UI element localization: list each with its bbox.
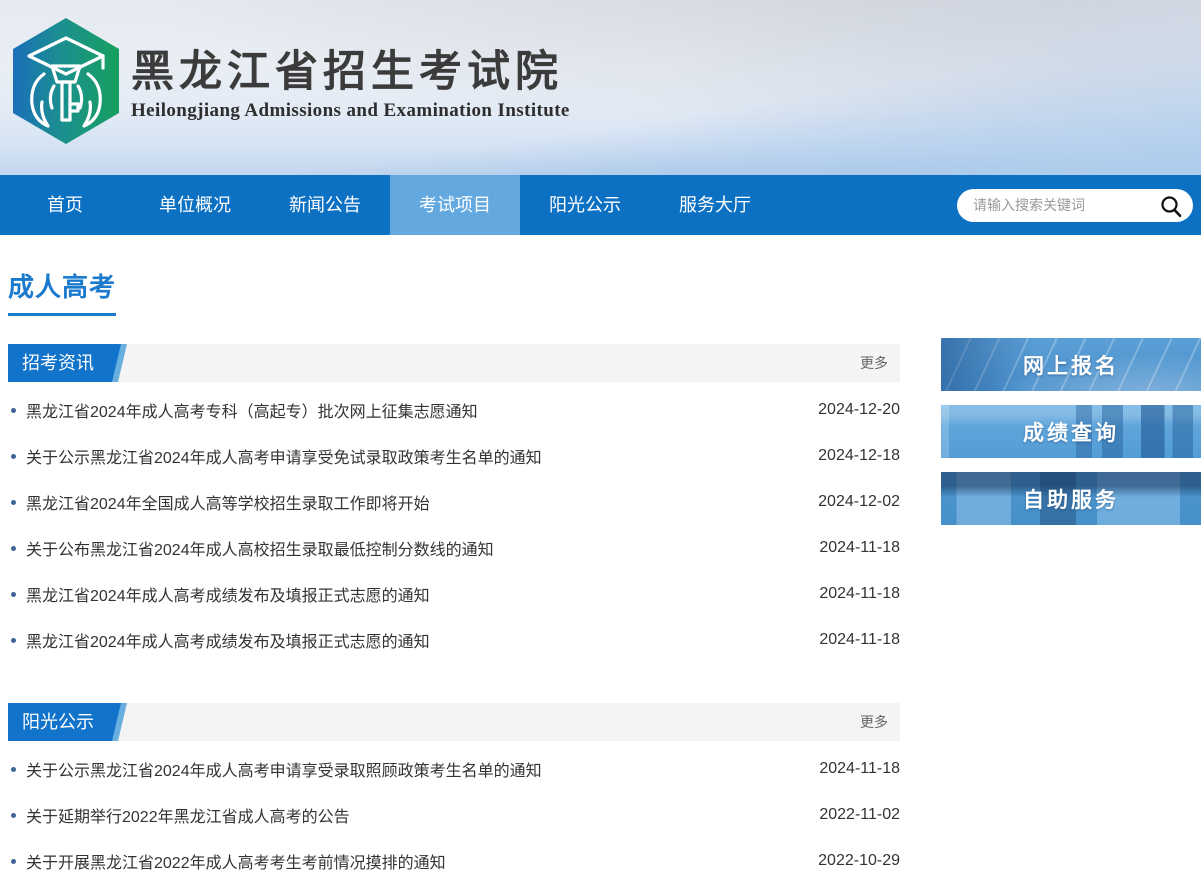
news-title[interactable]: 黑龙江省2024年成人高考成绩发布及填报正式志愿的通知 [26, 582, 799, 606]
bullet-dot-icon [11, 500, 16, 505]
news-date: 2024-11-18 [819, 585, 900, 603]
news-title[interactable]: 关于公布黑龙江省2024年成人高校招生录取最低控制分数线的通知 [26, 536, 799, 560]
brand-text: 黑龙江省招生考试院 Heilongjiang Admissions and Ex… [131, 50, 570, 122]
news-item[interactable]: 关于开展黑龙江省2022年成人高考考生考前情况摸排的通知 2022-10-29 [8, 838, 900, 884]
nav-item-sunshine-publicity[interactable]: 阳光公示 [520, 175, 650, 235]
news-item[interactable]: 黑龙江省2024年成人高考成绩发布及填报正式志愿的通知 2024-11-18 [8, 571, 900, 617]
page-title: 成人高考 [8, 267, 116, 316]
search-box [957, 189, 1193, 222]
news-date: 2022-10-29 [818, 852, 900, 870]
news-column: 招考资讯 更多 黑龙江省2024年成人高考专科（高起专）批次网上征集志愿通知 2… [8, 344, 900, 884]
bullet-dot-icon [11, 408, 16, 413]
news-item[interactable]: 黑龙江省2024年成人高考专科（高起专）批次网上征集志愿通知 2024-12-2… [8, 387, 900, 433]
bullet-dot-icon [11, 638, 16, 643]
main-content: 成人高考 招考资讯 更多 黑龙江省2024年成人高考专科（高起专）批次网上征集志… [0, 235, 1201, 884]
news-date: 2024-11-18 [819, 539, 900, 557]
news-title[interactable]: 黑龙江省2024年全国成人高等学校招生录取工作即将开始 [26, 490, 798, 514]
news-date: 2024-12-18 [818, 447, 900, 465]
section-header-admissions-info: 招考资讯 更多 [8, 344, 900, 382]
news-date: 2024-12-20 [818, 401, 900, 419]
bullet-dot-icon [11, 767, 16, 772]
news-title[interactable]: 关于延期举行2022年黑龙江省成人高考的公告 [26, 803, 799, 827]
sidebar-button-score-inquiry[interactable]: 成绩查询 [941, 405, 1201, 458]
bullet-dot-icon [11, 813, 16, 818]
more-link-sunshine-publicity[interactable]: 更多 [860, 703, 888, 741]
site-title-english: Heilongjiang Admissions and Examination … [131, 100, 570, 122]
news-title[interactable]: 黑龙江省2024年成人高考专科（高起专）批次网上征集志愿通知 [26, 398, 798, 422]
search-input[interactable] [957, 189, 1193, 222]
news-item[interactable]: 黑龙江省2024年全国成人高等学校招生录取工作即将开始 2024-12-02 [8, 479, 900, 525]
news-date: 2024-11-18 [819, 631, 900, 649]
main-navigation: 首页 单位概况 新闻公告 考试项目 阳光公示 服务大厅 [0, 175, 1201, 235]
bullet-dot-icon [11, 454, 16, 459]
news-list-sunshine-publicity: 关于公示黑龙江省2024年成人高考申请享受录取照顾政策考生名单的通知 2024-… [8, 741, 900, 884]
news-date: 2022-11-02 [819, 806, 900, 824]
nav-item-about[interactable]: 单位概况 [130, 175, 260, 235]
news-title[interactable]: 关于公示黑龙江省2024年成人高考申请享受录取照顾政策考生名单的通知 [26, 757, 799, 781]
news-item[interactable]: 关于延期举行2022年黑龙江省成人高考的公告 2022-11-02 [8, 792, 900, 838]
news-title[interactable]: 关于开展黑龙江省2022年成人高考考生考前情况摸排的通知 [26, 849, 798, 873]
nav-list: 首页 单位概况 新闻公告 考试项目 阳光公示 服务大厅 [0, 175, 780, 235]
news-item[interactable]: 黑龙江省2024年成人高考成绩发布及填报正式志愿的通知 2024-11-18 [8, 617, 900, 663]
section-header-sunshine-publicity: 阳光公示 更多 [8, 703, 900, 741]
sidebar-button-self-service[interactable]: 自助服务 [941, 472, 1201, 525]
news-item[interactable]: 关于公示黑龙江省2024年成人高考申请享受录取照顾政策考生名单的通知 2024-… [8, 746, 900, 792]
news-date: 2024-12-02 [818, 493, 900, 511]
bullet-dot-icon [11, 546, 16, 551]
news-list-admissions-info: 黑龙江省2024年成人高考专科（高起专）批次网上征集志愿通知 2024-12-2… [8, 382, 900, 663]
search-icon [1159, 194, 1183, 218]
news-item[interactable]: 关于公布黑龙江省2024年成人高校招生录取最低控制分数线的通知 2024-11-… [8, 525, 900, 571]
news-title[interactable]: 关于公示黑龙江省2024年成人高考申请享受免试录取政策考生名单的通知 [26, 444, 798, 468]
sidebar-button-label: 成绩查询 [1023, 417, 1119, 447]
sidebar-button-label: 自助服务 [1023, 484, 1119, 514]
bullet-dot-icon [11, 592, 16, 597]
news-item[interactable]: 关于公示黑龙江省2024年成人高考申请享受免试录取政策考生名单的通知 2024-… [8, 433, 900, 479]
site-banner: 黑龙江省招生考试院 Heilongjiang Admissions and Ex… [0, 0, 1201, 175]
news-date: 2024-11-18 [819, 760, 900, 778]
sidebar-button-label: 网上报名 [1023, 350, 1119, 380]
site-title: 黑龙江省招生考试院 [131, 50, 570, 95]
institute-logo[interactable] [10, 16, 122, 146]
nav-item-exam-projects[interactable]: 考试项目 [390, 175, 520, 235]
search-button[interactable] [1159, 194, 1183, 218]
section-tab-admissions-info: 招考资讯 [8, 344, 121, 382]
sidebar-button-online-registration[interactable]: 网上报名 [941, 338, 1201, 391]
bullet-dot-icon [11, 859, 16, 864]
nav-item-service-hall[interactable]: 服务大厅 [650, 175, 780, 235]
news-title[interactable]: 黑龙江省2024年成人高考成绩发布及填报正式志愿的通知 [26, 628, 799, 652]
quick-links-sidebar: 网上报名 成绩查询 自助服务 [941, 338, 1201, 539]
more-link-admissions-info[interactable]: 更多 [860, 344, 888, 382]
nav-item-news[interactable]: 新闻公告 [260, 175, 390, 235]
nav-item-home[interactable]: 首页 [0, 175, 130, 235]
section-tab-sunshine-publicity: 阳光公示 [8, 703, 121, 741]
